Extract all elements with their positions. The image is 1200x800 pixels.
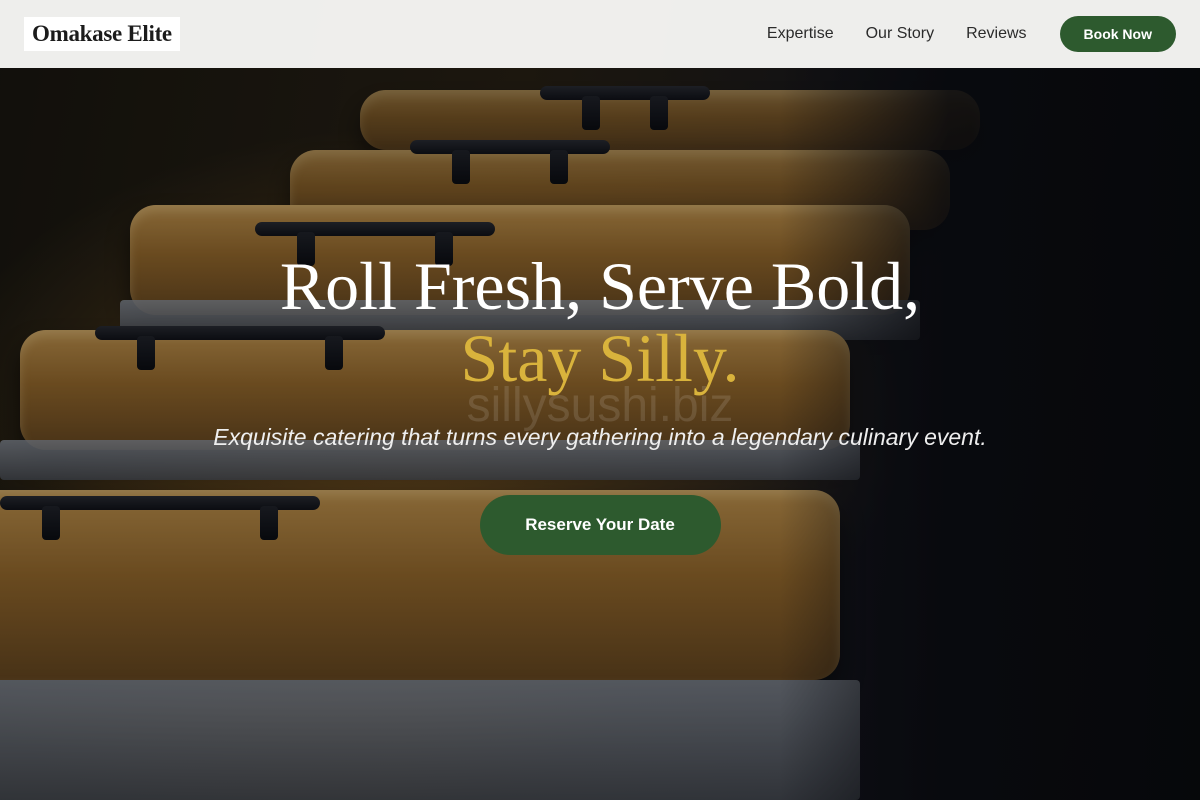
- brand-logo[interactable]: Omakase Elite: [24, 17, 180, 51]
- reserve-date-button[interactable]: Reserve Your Date: [479, 495, 721, 555]
- nav-link-reviews[interactable]: Reviews: [966, 25, 1026, 43]
- headline-line-1: Roll Fresh, Serve Bold,: [279, 248, 921, 324]
- nav-menu: Expertise Our Story Reviews Book Now: [767, 16, 1176, 52]
- book-now-button[interactable]: Book Now: [1059, 16, 1176, 52]
- top-navbar: Omakase Elite Expertise Our Story Review…: [0, 0, 1200, 68]
- hero-content: Roll Fresh, Serve Bold, Stay Silly. sill…: [0, 250, 1200, 555]
- hero-headline: Roll Fresh, Serve Bold, Stay Silly.: [0, 250, 1200, 394]
- nav-link-our-story[interactable]: Our Story: [866, 25, 934, 43]
- nav-link-expertise[interactable]: Expertise: [767, 25, 834, 43]
- hero-tagline: Exquisite catering that turns every gath…: [213, 424, 987, 450]
- headline-line-2: Stay Silly.: [460, 320, 740, 396]
